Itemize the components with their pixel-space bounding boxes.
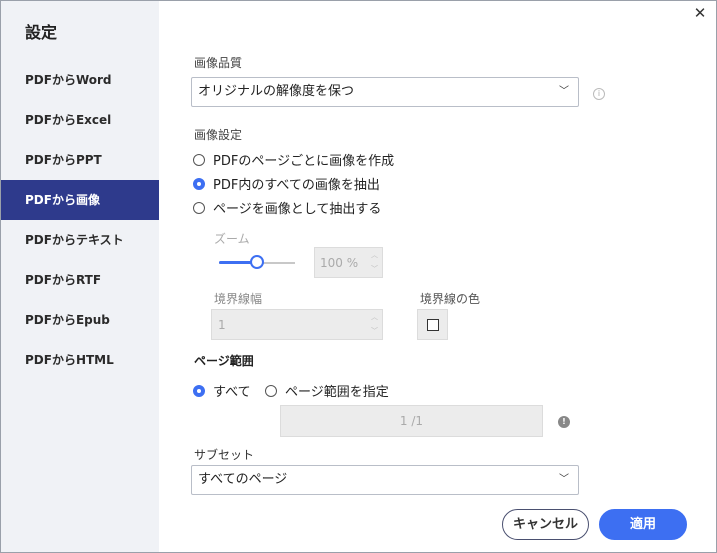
border-width-value: 1 (218, 318, 226, 332)
sidebar-item-pdf-to-excel[interactable]: PDFからExcel (1, 100, 159, 140)
radio-page-as-image[interactable]: ページを画像として抽出する (193, 198, 381, 217)
radio-button-selected[interactable] (193, 384, 205, 397)
spin-up-icon[interactable]: ︿ (371, 251, 378, 259)
radio-specify-range-label: ページ範囲を指定 (285, 385, 389, 400)
radio-extract-all-images[interactable]: PDF内のすべての画像を抽出 (193, 174, 380, 193)
border-color-swatch[interactable] (417, 309, 448, 340)
border-width-label: 境界線幅 (214, 292, 263, 306)
page-range-label: ページ範囲 (194, 354, 254, 368)
color-box-icon (427, 319, 439, 331)
sidebar-title: 設定 (25, 23, 58, 42)
radio-button[interactable] (193, 201, 205, 214)
subset-select-value: すべてのページ (198, 472, 288, 487)
image-settings-label: 画像設定 (194, 128, 243, 142)
sidebar-item-pdf-to-word[interactable]: PDFからWord (1, 60, 159, 100)
subset-label: サブセット (194, 448, 255, 462)
chevron-down-icon: ﹀ (559, 86, 569, 97)
radio-per-page[interactable]: PDFのページごとに画像を作成 (193, 150, 394, 169)
radio-specify-range[interactable]: ページ範囲を指定 (265, 381, 389, 400)
radio-all-pages[interactable]: すべて (193, 381, 251, 400)
page-range-value: 1 /1 (399, 414, 424, 428)
radio-extract-all-images-label: PDF内のすべての画像を抽出 (213, 178, 380, 193)
sidebar-item-pdf-to-text[interactable]: PDFからテキスト (1, 220, 159, 260)
subset-select[interactable]: すべてのページ ﹀ (191, 465, 579, 495)
info-icon[interactable]: i (593, 88, 605, 100)
page-range-input[interactable]: 1 /1 (280, 405, 543, 437)
sidebar-item-pdf-to-ppt[interactable]: PDFからPPT (1, 140, 159, 180)
radio-button-selected[interactable] (193, 177, 205, 190)
quality-select[interactable]: オリジナルの解像度を保つ ﹀ (191, 77, 579, 107)
sidebar: 設定 PDFからWord PDFからExcel PDFからPPT PDFから画像… (1, 1, 159, 552)
spin-up-icon[interactable]: ︿ (371, 313, 378, 321)
sidebar-item-pdf-to-image[interactable]: PDFから画像 (1, 180, 159, 220)
quality-label: 画像品質 (194, 56, 243, 70)
radio-button[interactable] (193, 153, 205, 166)
zoom-value: 100 % (320, 256, 359, 270)
radio-page-as-image-label: ページを画像として抽出する (213, 202, 382, 217)
zoom-input[interactable]: 100 % ︿ ﹀ (314, 247, 383, 278)
settings-dialog: 設定 PDFからWord PDFからExcel PDFからPPT PDFから画像… (0, 0, 717, 553)
radio-button[interactable] (265, 384, 277, 397)
apply-button[interactable]: 適用 (599, 509, 687, 540)
quality-select-value: オリジナルの解像度を保つ (198, 84, 355, 99)
spin-down-icon[interactable]: ﹀ (371, 327, 378, 335)
spin-down-icon[interactable]: ﹀ (371, 265, 378, 273)
cancel-button[interactable]: キャンセル (502, 509, 589, 540)
sidebar-item-pdf-to-epub[interactable]: PDFからEpub (1, 300, 159, 340)
info-icon[interactable]: ! (558, 416, 570, 428)
border-color-label: 境界線の色 (420, 292, 481, 306)
zoom-slider-handle[interactable] (250, 255, 264, 269)
radio-all-pages-label: すべて (213, 385, 251, 400)
border-width-input[interactable]: 1 ︿ ﹀ (211, 309, 383, 340)
zoom-label: ズーム (214, 232, 250, 246)
chevron-down-icon: ﹀ (559, 474, 569, 485)
sidebar-item-pdf-to-rtf[interactable]: PDFからRTF (1, 260, 159, 300)
sidebar-item-pdf-to-html[interactable]: PDFからHTML (1, 340, 159, 380)
radio-per-page-label: PDFのページごとに画像を作成 (213, 154, 395, 169)
close-icon[interactable]: ✕ (690, 3, 710, 23)
